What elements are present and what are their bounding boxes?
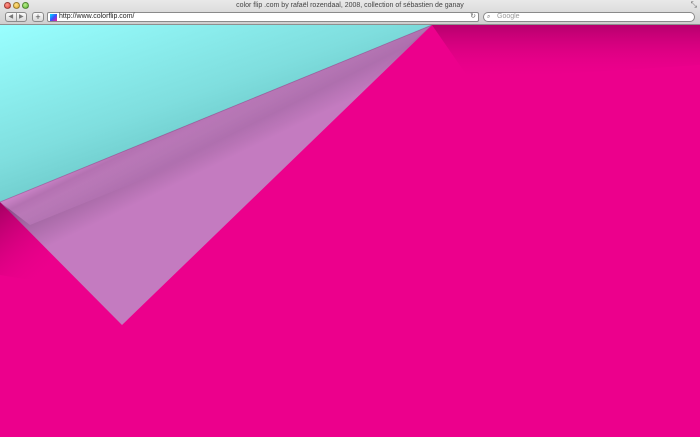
color-flip-artwork[interactable] (0, 25, 700, 437)
window-title: color flip .com by rafaël rozendaal, 200… (236, 2, 464, 9)
add-bookmark-button[interactable]: + (32, 12, 44, 22)
search-icon[interactable]: ⌕ (487, 13, 490, 21)
site-favicon-icon (50, 14, 57, 21)
back-forward-group: ◀ ▶ (5, 12, 27, 22)
reload-icon[interactable]: ↻ (470, 13, 476, 21)
browser-chrome: color flip .com by rafaël rozendaal, 200… (0, 0, 700, 25)
address-bar[interactable]: http://www.colorflip.com/ ↻ (47, 12, 479, 22)
title-bar: color flip .com by rafaël rozendaal, 200… (0, 0, 700, 11)
back-button[interactable]: ◀ (6, 13, 16, 21)
browser-window: color flip .com by rafaël rozendaal, 200… (0, 0, 700, 437)
fullscreen-icon[interactable]: ⤡ (691, 1, 697, 9)
toolbar: ◀ ▶ + http://www.colorflip.com/ ↻ ⌕ Goog… (0, 11, 700, 24)
forward-button[interactable]: ▶ (15, 13, 27, 21)
search-placeholder[interactable]: Google (497, 13, 520, 21)
search-field[interactable]: ⌕ Google (483, 12, 695, 22)
page-content[interactable] (0, 25, 700, 437)
url-text[interactable]: http://www.colorflip.com/ (59, 13, 134, 21)
